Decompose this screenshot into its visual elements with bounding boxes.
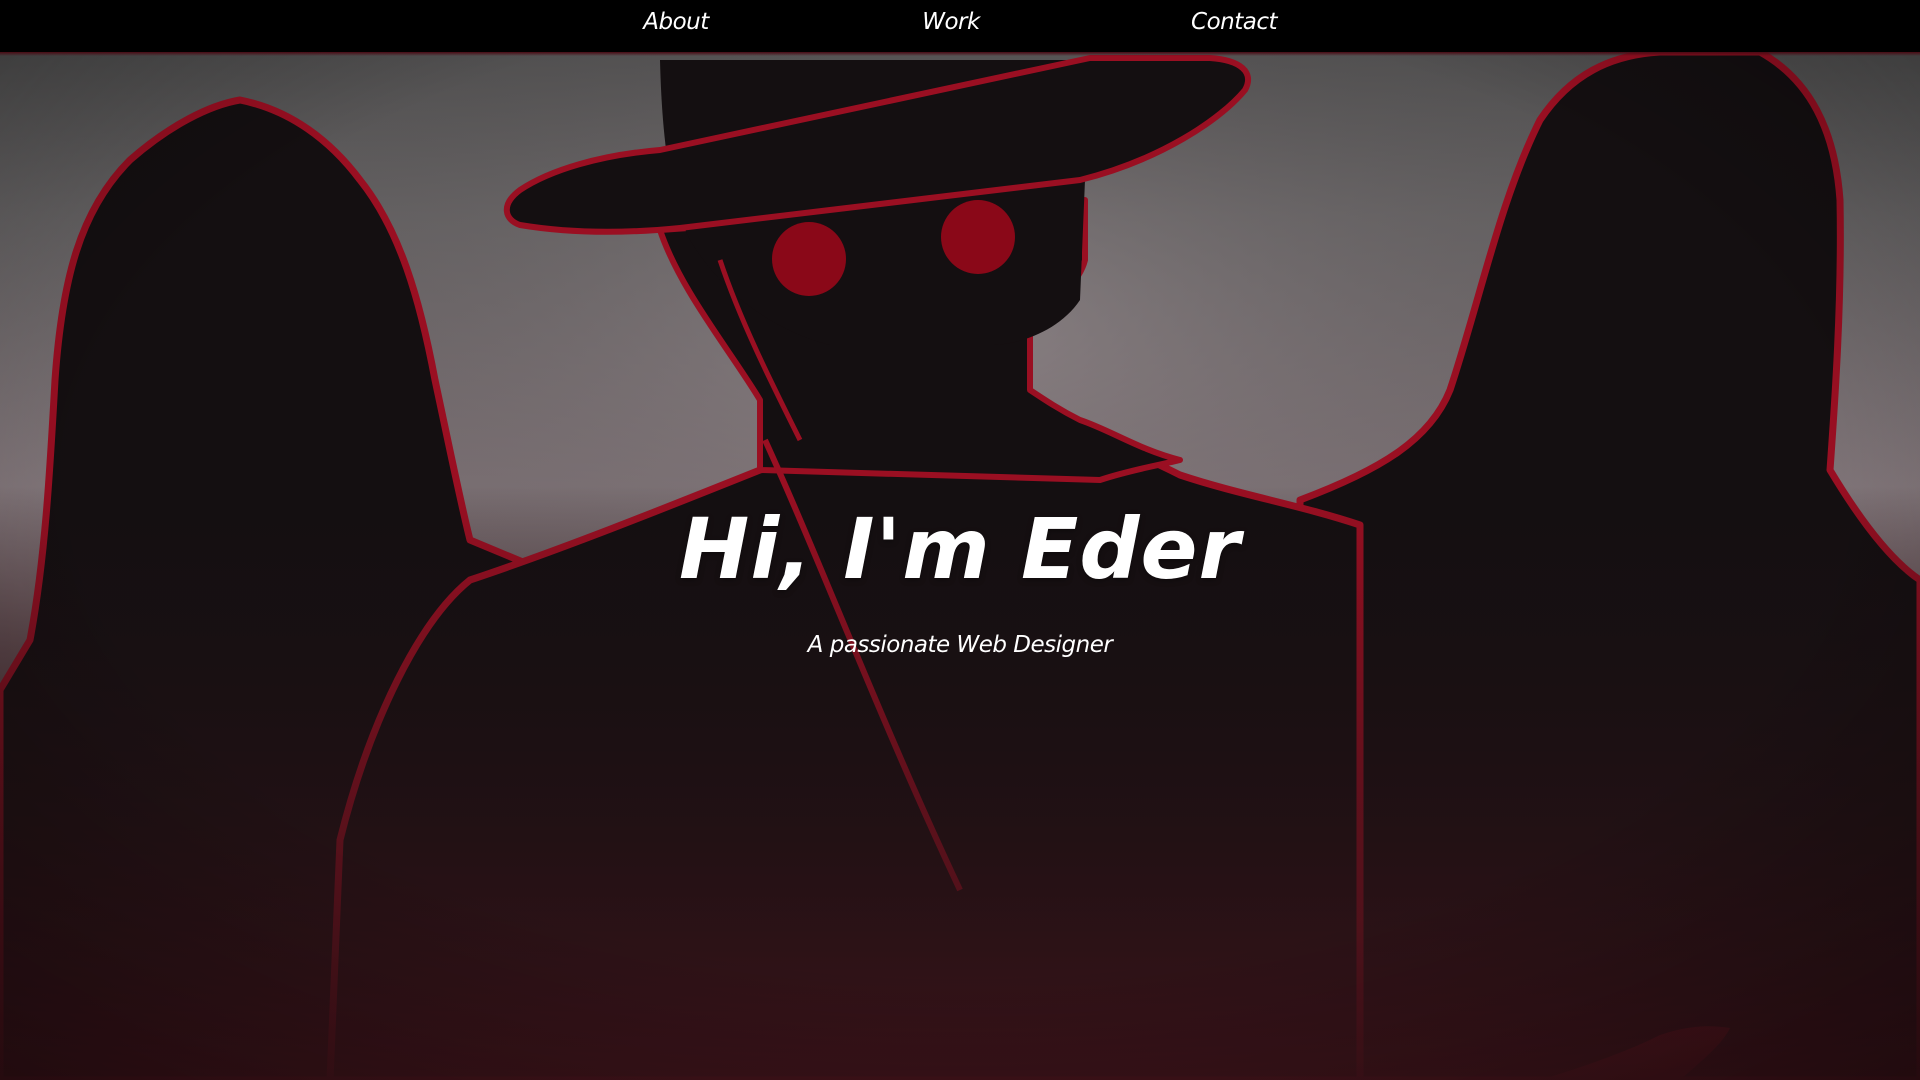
nav-link-about[interactable]: About [643,9,709,35]
nav-link-contact[interactable]: Contact [1191,9,1277,35]
nav-link-work[interactable]: Work [922,9,980,35]
top-navigation-bar: About Work Contact [0,0,1920,56]
hero-title: Hi, I'm Eder [679,500,1241,598]
hero-subtitle: A passionate Web Designer [807,632,1113,658]
hero-section: Hi, I'm Eder A passionate Web Designer [0,0,1920,1080]
page: About Work Contact Hi, I'm Eder A passio… [0,0,1920,1080]
